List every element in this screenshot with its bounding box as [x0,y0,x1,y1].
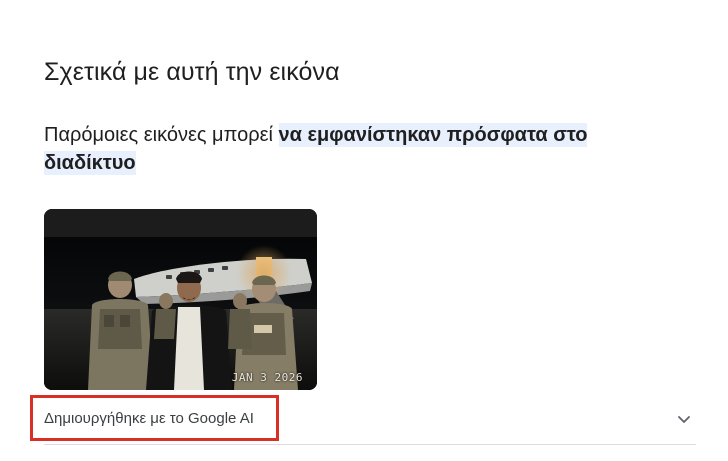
result-image[interactable]: JAN 3 2026 [44,209,317,390]
about-this-image-panel: Σχετικά με αυτή την εικόνα Παρόμοιες εικ… [0,0,728,461]
panel-title: Σχετικά με αυτή την εικόνα [44,58,340,86]
description-plain-text: Παρόμοιες εικόνες μπορεί [44,124,279,146]
chevron-down-icon[interactable] [676,411,692,427]
annotation-highlight-box [30,395,279,441]
panel-description: Παρόμοιες εικόνες μπορεί να εμφανίστηκαν… [44,121,684,177]
photo-illustration [44,209,317,390]
image-date-stamp: JAN 3 2026 [231,371,303,384]
